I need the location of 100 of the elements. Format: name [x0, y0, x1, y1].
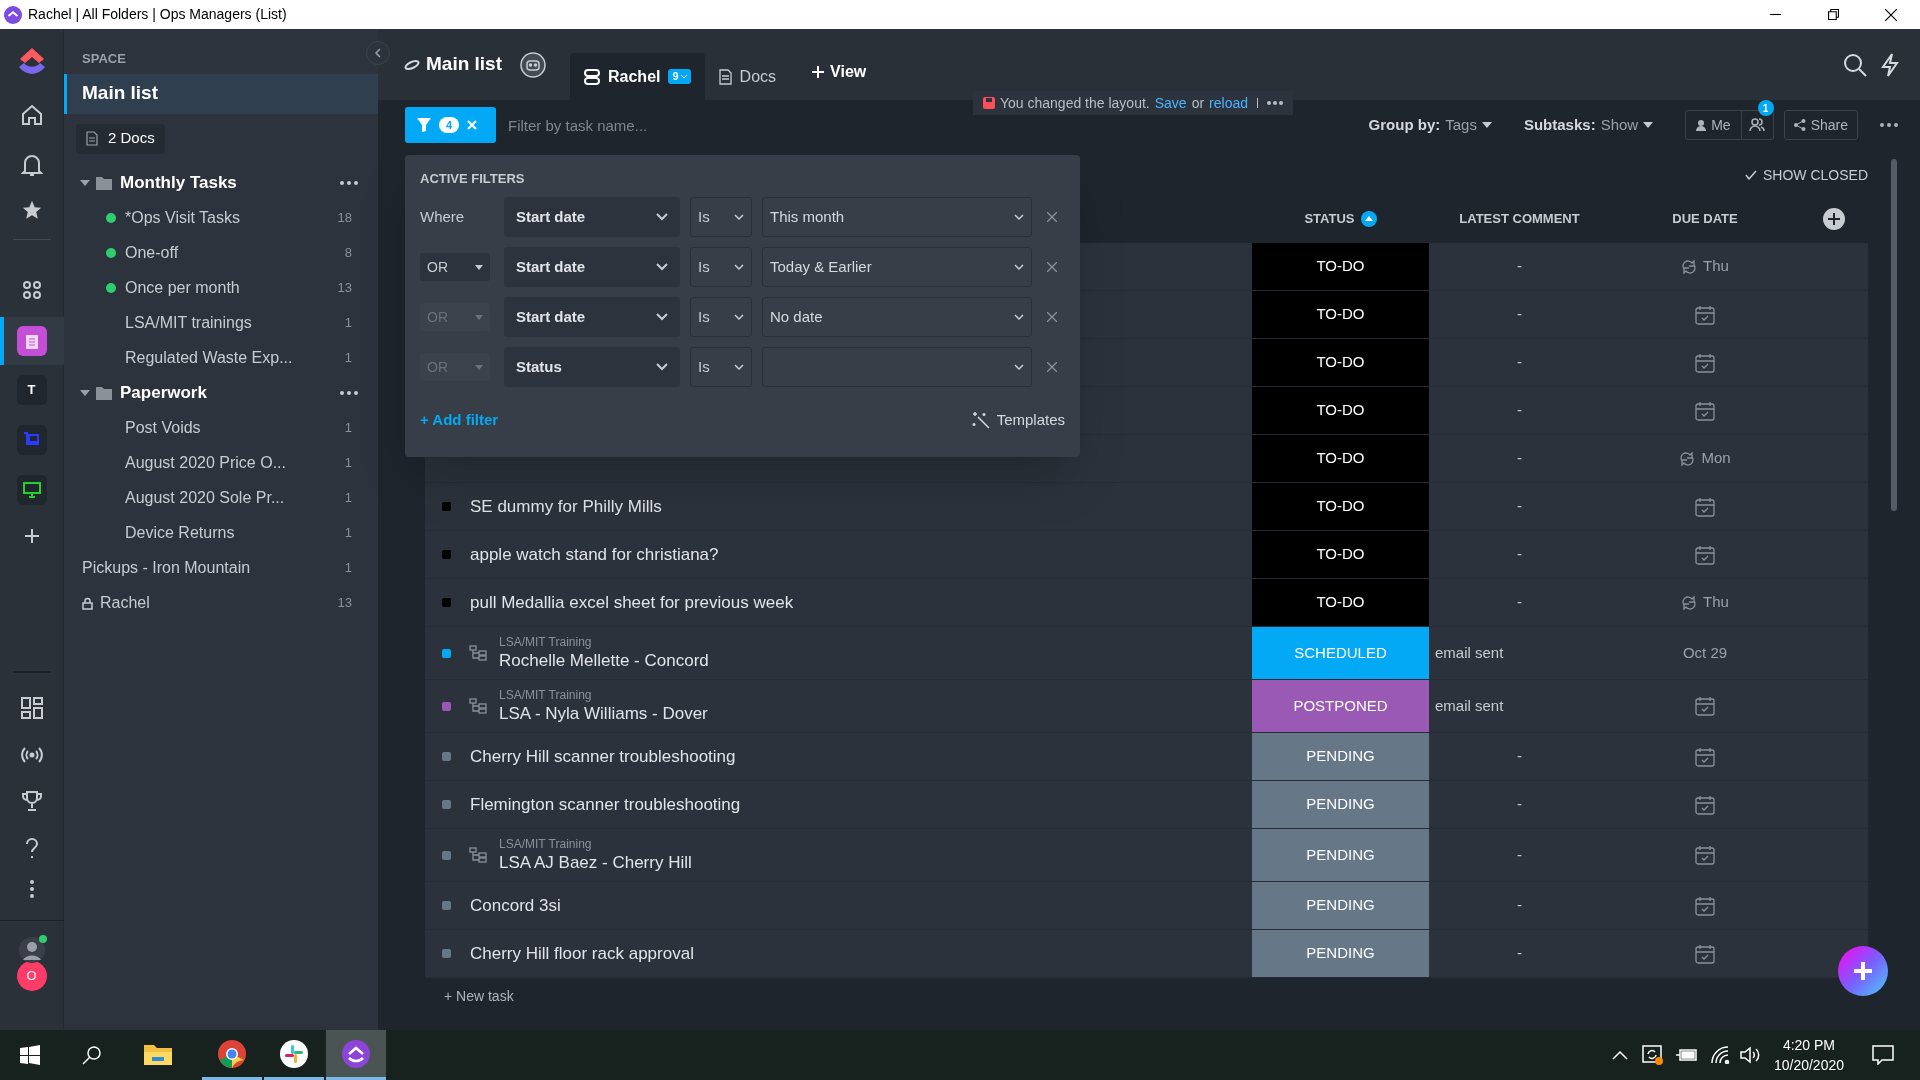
task-name[interactable]: Cherry Hill scanner troubleshooting: [470, 743, 736, 770]
status-badge[interactable]: PENDING: [1252, 882, 1429, 929]
field-dropdown[interactable]: Start date: [504, 247, 680, 287]
remove-icon[interactable]: [1047, 362, 1057, 372]
status-badge[interactable]: TO-DO: [1252, 531, 1429, 578]
task-name[interactable]: LSA - Nyla Williams - Dover: [499, 702, 708, 725]
more-icon[interactable]: [1880, 123, 1898, 127]
status-badge[interactable]: TO-DO: [1252, 339, 1429, 386]
status-badge[interactable]: PENDING: [1252, 781, 1429, 828]
search-icon[interactable]: [1843, 52, 1867, 77]
current-list[interactable]: Main list: [64, 73, 378, 114]
status-badge[interactable]: PENDING: [1252, 733, 1429, 780]
calendar-icon[interactable]: [1695, 794, 1715, 815]
list-item[interactable]: Rachel: [100, 591, 150, 615]
status-badge[interactable]: PENDING: [1252, 829, 1429, 881]
volume-icon[interactable]: [1739, 1046, 1760, 1064]
browser-icon[interactable]: [218, 1039, 246, 1068]
status-badge[interactable]: TO-DO: [1252, 387, 1429, 434]
list-item[interactable]: Post Voids: [125, 416, 201, 440]
task-name[interactable]: Cherry Hill floor rack approval: [470, 940, 694, 967]
app-logo-icon[interactable]: [341, 1038, 371, 1069]
clock-date[interactable]: 10/20/2020: [1773, 1055, 1844, 1075]
conjunction-dropdown[interactable]: OR: [420, 253, 490, 281]
column-header[interactable]: LATEST COMMENT: [1459, 209, 1580, 229]
group-by-dropdown[interactable]: Group by: Tags: [1368, 113, 1492, 137]
new-task-button[interactable]: + New task: [444, 986, 514, 1007]
calendar-icon[interactable]: [1695, 544, 1715, 565]
value-dropdown[interactable]: This month: [762, 197, 1032, 237]
more-icon[interactable]: [340, 181, 358, 185]
status-badge[interactable]: TO-DO: [1252, 435, 1429, 482]
spaces-icon[interactable]: [21, 280, 42, 300]
user-avatar[interactable]: [16, 935, 47, 965]
search-icon[interactable]: [82, 1045, 102, 1065]
folder-name[interactable]: Paperwork: [120, 380, 207, 406]
caret-icon[interactable]: [80, 180, 90, 186]
calendar-icon[interactable]: [1695, 304, 1715, 325]
list-item[interactable]: *Ops Visit Tasks: [125, 206, 240, 230]
remove-icon[interactable]: [1047, 212, 1057, 222]
remove-icon[interactable]: [1047, 262, 1057, 272]
battery-icon[interactable]: [1675, 1048, 1698, 1062]
list-item[interactable]: Device Returns: [125, 521, 235, 545]
dashboard-icon[interactable]: [20, 697, 43, 719]
task-name[interactable]: Concord 3si: [470, 892, 561, 919]
calendar-icon[interactable]: [1695, 895, 1715, 916]
status-badge[interactable]: TO-DO: [1252, 579, 1429, 626]
list-item[interactable]: August 2020 Price O...: [125, 451, 286, 475]
workspace-avatar[interactable]: T: [16, 375, 47, 405]
clock-time[interactable]: 4:20 PM: [1782, 1035, 1836, 1055]
scrollbar[interactable]: [1891, 159, 1897, 511]
calendar-icon[interactable]: [1695, 845, 1715, 865]
help-icon[interactable]: [24, 838, 39, 860]
list-item[interactable]: LSA/MIT trainings: [125, 311, 252, 335]
save-link[interactable]: Save: [1154, 92, 1187, 114]
task-name[interactable]: LSA AJ Baez - Cherry Hill: [499, 851, 692, 874]
operator-dropdown[interactable]: Is: [690, 197, 752, 237]
list-item[interactable]: One-off: [125, 241, 179, 265]
trophy-icon[interactable]: [20, 790, 43, 812]
home-icon[interactable]: [19, 103, 44, 127]
collapse-sidebar-button[interactable]: [366, 41, 390, 65]
list-item[interactable]: August 2020 Sole Pr...: [125, 486, 285, 510]
me-button[interactable]: Me: [1685, 110, 1742, 140]
calendar-icon[interactable]: [1695, 496, 1715, 517]
calendar-icon[interactable]: [1695, 943, 1715, 964]
add-column-icon[interactable]: [1823, 208, 1845, 230]
caret-icon[interactable]: [80, 390, 90, 396]
status-badge[interactable]: POSTPONED: [1252, 680, 1429, 732]
show-closed-toggle[interactable]: SHOW CLOSED: [1745, 164, 1868, 186]
column-header[interactable]: STATUS: [1304, 209, 1355, 229]
chat-app-icon[interactable]: [280, 1039, 308, 1068]
due-date[interactable]: Thu: [1703, 591, 1729, 614]
calendar-icon[interactable]: [1695, 746, 1715, 767]
start-icon[interactable]: [20, 1045, 40, 1065]
add-fab[interactable]: [1838, 946, 1888, 996]
add-icon[interactable]: [24, 529, 39, 543]
column-header[interactable]: DUE DATE: [1672, 209, 1738, 229]
reload-link[interactable]: reload: [1209, 92, 1249, 114]
calendar-icon[interactable]: [1695, 352, 1715, 373]
notifications-icon[interactable]: [1872, 1045, 1894, 1065]
task-name[interactable]: Flemington scanner troubleshooting: [470, 791, 741, 818]
status-badge[interactable]: PENDING: [1252, 930, 1429, 977]
view-tab[interactable]: Docs: [704, 52, 791, 101]
add-filter-link[interactable]: + Add filter: [420, 409, 499, 432]
add-view-button[interactable]: View: [800, 47, 879, 96]
view-tab[interactable]: Rachel 9: [570, 52, 705, 101]
monitor-icon[interactable]: [16, 475, 47, 505]
search-field[interactable]: Filter by task name...: [508, 107, 808, 143]
share-button[interactable]: Share: [1783, 110, 1858, 140]
status-badge[interactable]: TO-DO: [1252, 291, 1429, 338]
value-dropdown[interactable]: Today & Earlier: [762, 247, 1032, 287]
wifi-icon[interactable]: [1709, 1046, 1730, 1064]
list-item[interactable]: Pickups - Iron Mountain: [82, 556, 251, 580]
broadcast-icon[interactable]: [20, 747, 43, 763]
calendar-icon[interactable]: [1695, 696, 1715, 716]
clear-icon[interactable]: [467, 120, 478, 130]
docs-button[interactable]: 2 Docs: [76, 123, 165, 154]
folder-icon[interactable]: [144, 1043, 172, 1067]
more-icon[interactable]: [1267, 101, 1284, 105]
sync-icon[interactable]: [1641, 1045, 1664, 1065]
templates-button[interactable]: Templates: [971, 409, 1065, 432]
sort-ascending-icon[interactable]: [1360, 211, 1377, 227]
